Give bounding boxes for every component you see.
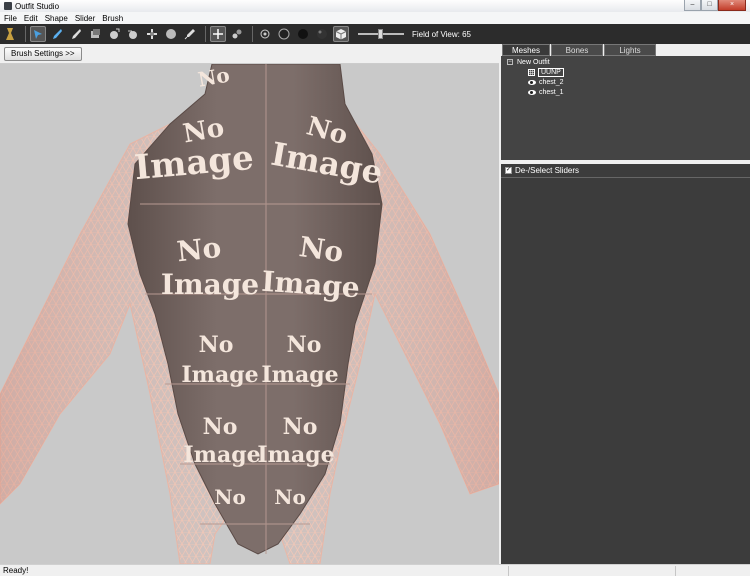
texture-label: No [199, 332, 234, 358]
sphere-shaded-icon[interactable] [295, 26, 311, 42]
texture-label: No [214, 485, 246, 509]
select-all-sliders-checkbox[interactable]: ✓ [505, 167, 512, 174]
texture-label: No [203, 414, 238, 440]
texture-label: No [175, 231, 222, 268]
tree-item-mesh[interactable]: chest_1 [528, 87, 564, 97]
move-brush-icon[interactable] [106, 26, 122, 42]
toolbar-separator [25, 26, 26, 42]
outfit-studio-icon[interactable] [2, 26, 18, 42]
menu-brush[interactable]: Brush [102, 14, 123, 23]
panel-tabs: Meshes Bones Lights [502, 44, 657, 56]
tree-item-label: chest_2 [539, 78, 564, 86]
right-panel: Meshes Bones Lights − New Outfit UUNP ch… [501, 44, 750, 564]
cube-icon[interactable] [333, 26, 349, 42]
slider-header-label: De-/Select Sliders [515, 166, 580, 175]
status-bar: Ready! [0, 564, 750, 576]
texture-label: Image [260, 265, 360, 305]
tab-meshes[interactable]: Meshes [502, 44, 550, 56]
deflate-brush-icon[interactable] [87, 26, 103, 42]
status-text: Ready! [3, 566, 29, 575]
tree-item-mesh[interactable]: chest_2 [528, 77, 564, 87]
grid-icon [528, 68, 535, 76]
maximize-button[interactable]: □ [701, 0, 718, 11]
app-icon [4, 2, 12, 10]
slider-header: ✓ De-/Select Sliders [501, 164, 750, 178]
tree-root-label: New Outfit [517, 58, 550, 66]
tree-item-reference[interactable]: UUNP [528, 67, 564, 77]
collapse-icon[interactable]: − [507, 59, 513, 65]
menu-file[interactable]: File [4, 14, 17, 23]
toolbar-separator [205, 26, 206, 42]
close-button[interactable]: × [718, 0, 746, 11]
eye-icon[interactable] [528, 89, 536, 95]
fov-slider[interactable] [358, 29, 404, 39]
status-separator [508, 566, 509, 576]
color-brush-icon[interactable] [182, 26, 198, 42]
eye-icon[interactable] [528, 79, 536, 85]
texture-label: No [274, 485, 306, 509]
fov-slider-thumb[interactable] [378, 29, 383, 39]
menu-shape[interactable]: Shape [45, 14, 68, 23]
tab-lights[interactable]: Lights [604, 44, 656, 56]
sphere-icon[interactable] [276, 26, 292, 42]
menu-bar: File Edit Shape Slider Brush [0, 12, 750, 24]
brush-settings-button[interactable]: Brush Settings >> [4, 47, 82, 61]
texture-label: Image [181, 362, 258, 388]
window-title: Outfit Studio [15, 1, 60, 11]
menu-slider[interactable]: Slider [75, 14, 95, 23]
title-bar: Outfit Studio – □ × [0, 0, 750, 12]
texture-label: Image [261, 362, 338, 388]
fov-label: Field of View: 65 [412, 29, 471, 39]
weight-brush-icon[interactable] [163, 26, 179, 42]
minimize-button[interactable]: – [684, 0, 701, 11]
mask-brush-icon[interactable] [49, 26, 65, 42]
vertex-dot-icon[interactable] [257, 26, 273, 42]
texture-label: No [287, 332, 322, 358]
sphere-textured-icon[interactable] [314, 26, 330, 42]
texture-label: Image [183, 442, 260, 468]
mesh-render: No No Image No Image No Image No Image N… [0, 64, 499, 564]
toolbar: Field of View: 65 [0, 24, 750, 44]
select-brush-icon[interactable] [30, 26, 46, 42]
brush-settings-bar: Brush Settings >> [0, 44, 499, 64]
3d-viewport[interactable]: No No Image No Image No Image No Image N… [0, 64, 499, 564]
undiff-brush-icon[interactable] [144, 26, 160, 42]
tree-root-row[interactable]: − New Outfit [507, 57, 550, 67]
window-controls: – □ × [684, 0, 746, 11]
pivot-icon[interactable] [229, 26, 245, 42]
tree-item-label: UUNP [538, 67, 564, 77]
texture-label: Image [161, 268, 259, 301]
texture-label: No [297, 230, 345, 269]
toolbar-separator [252, 26, 253, 42]
mesh-tree: − New Outfit UUNP chest_2 chest_1 [501, 56, 750, 160]
texture-label: Image [257, 442, 334, 468]
menu-edit[interactable]: Edit [24, 14, 38, 23]
tab-bones[interactable]: Bones [551, 44, 603, 56]
smooth-brush-icon[interactable] [125, 26, 141, 42]
slider-list[interactable] [501, 178, 750, 564]
transform-icon[interactable] [210, 26, 226, 42]
texture-label: No [283, 414, 318, 440]
inflate-brush-icon[interactable] [68, 26, 84, 42]
status-separator [675, 566, 676, 576]
tree-item-label: chest_1 [539, 88, 564, 96]
